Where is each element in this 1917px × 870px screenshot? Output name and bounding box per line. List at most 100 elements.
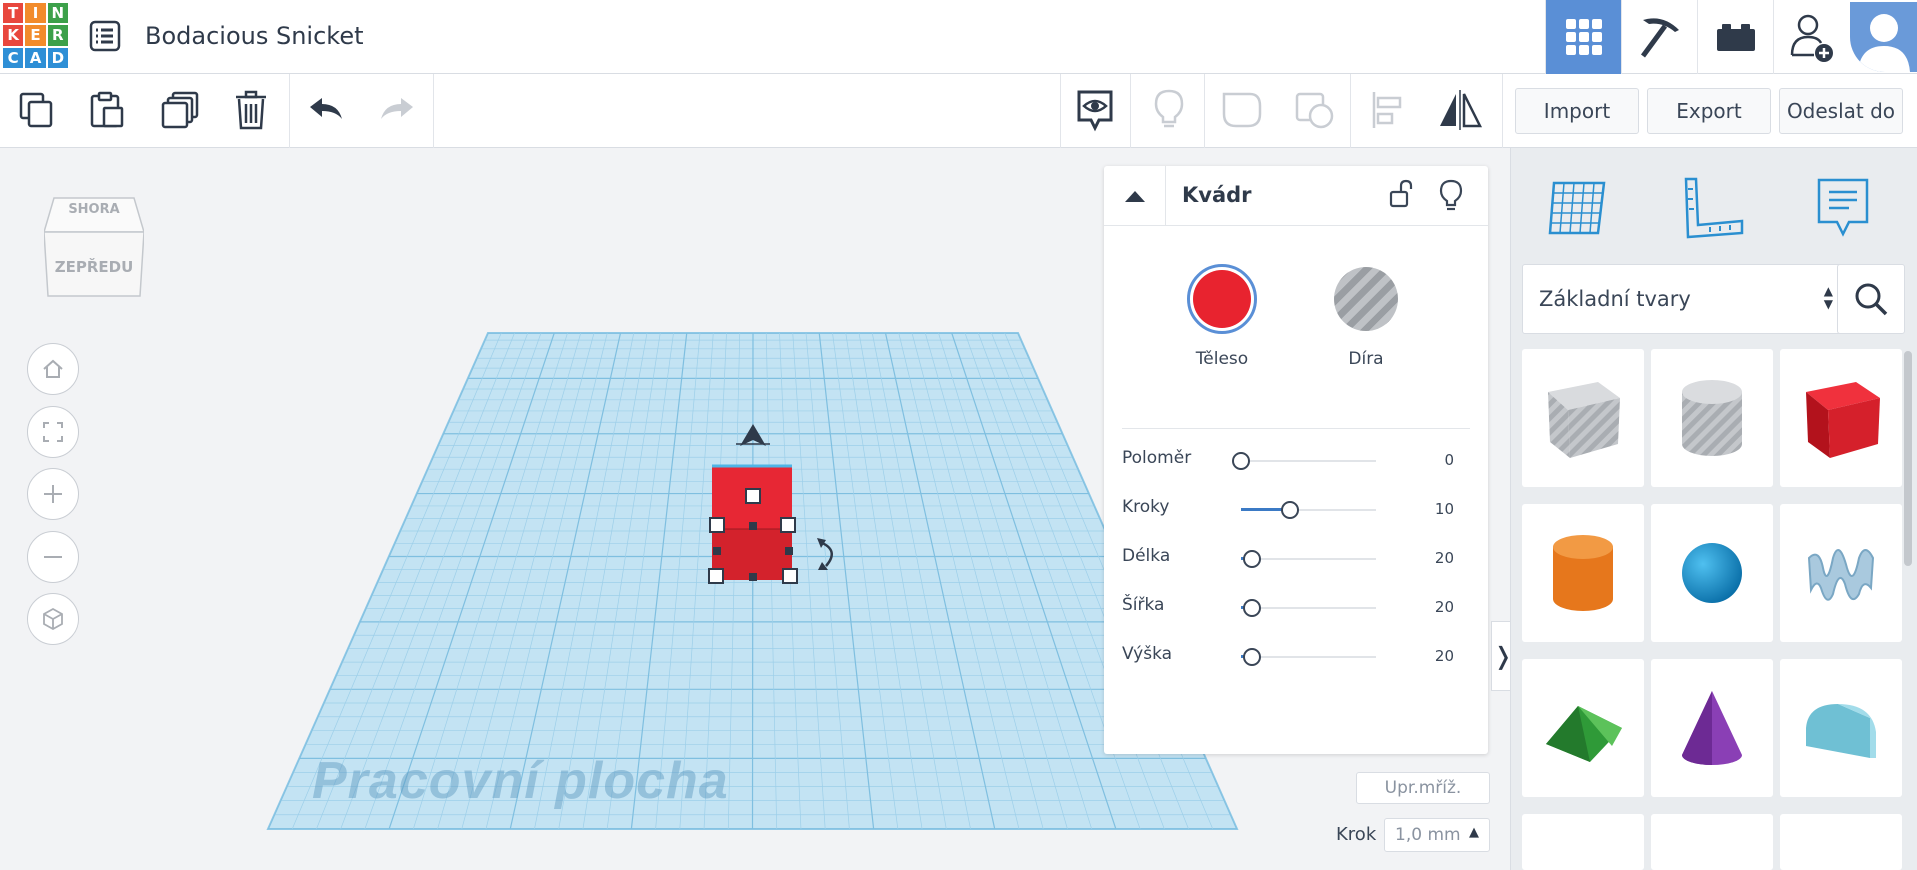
shape-tile[interactable] (1522, 814, 1644, 870)
delete-button[interactable] (226, 86, 276, 134)
copy-button[interactable] (12, 86, 62, 134)
duplicate-button[interactable] (155, 86, 205, 134)
paste-button[interactable] (82, 86, 132, 134)
shape-category-select[interactable]: Základní tvary ▲ ▼ (1522, 264, 1844, 334)
shape-search-button[interactable] (1837, 264, 1905, 334)
ungroup-button[interactable] (1290, 86, 1340, 134)
bricks-view-button[interactable] (1697, 0, 1773, 74)
property-slider[interactable] (1241, 547, 1376, 571)
shape-tile[interactable] (1651, 814, 1773, 870)
workplane-grid-icon (1548, 181, 1606, 235)
user-avatar[interactable] (1850, 2, 1917, 72)
logo-letter: I (25, 3, 46, 24)
solid-color-fill (1193, 270, 1251, 328)
ruler-icon (1684, 177, 1744, 239)
redo-icon (381, 98, 413, 119)
redo-button[interactable] (372, 86, 422, 134)
sort-arrows-icon: ▲ ▼ (1823, 284, 1833, 311)
undo-icon (310, 98, 342, 119)
brick-icon (1716, 24, 1755, 51)
slider-knob[interactable] (1232, 452, 1250, 470)
align-button[interactable] (1363, 86, 1413, 134)
invite-user-button[interactable] (1773, 0, 1850, 74)
inspector-title: Kvádr (1182, 183, 1252, 207)
shape-tile[interactable] (1780, 814, 1902, 870)
logo-letter: C (3, 47, 24, 68)
import-button[interactable]: Import (1515, 88, 1639, 134)
logo-letter: N (47, 3, 68, 24)
logo-letter: R (47, 25, 68, 46)
export-button[interactable]: Export (1647, 88, 1771, 134)
undo-button[interactable] (301, 86, 351, 134)
ungroup-icon (1295, 92, 1334, 129)
slider-track (1241, 558, 1376, 560)
solid-color-swatch[interactable] (1187, 264, 1257, 334)
3d-design-view-button[interactable] (1545, 0, 1621, 74)
caret-up-icon (1124, 191, 1145, 202)
slider-knob[interactable] (1280, 501, 1299, 519)
top-bar: TIN KER CAD Bodacious Snicket (0, 0, 1917, 74)
cylinder-shape[interactable] (1522, 504, 1644, 642)
cone-shape[interactable] (1651, 659, 1773, 797)
tinkercad-logo[interactable]: TIN KER CAD (3, 3, 68, 68)
group-button[interactable] (1217, 86, 1267, 134)
notes-visibility-button[interactable] (1070, 86, 1120, 134)
edit-grid-button[interactable]: Upr.mříž. (1356, 772, 1490, 804)
duplicate-icon (161, 91, 199, 129)
shapes-scrollbar[interactable] (1904, 351, 1912, 566)
scribble-shape[interactable] (1780, 504, 1902, 642)
shapes-panel: Základní tvary ▲ ▼ (1510, 148, 1917, 870)
box-shape[interactable] (1780, 349, 1902, 487)
workplane-tab[interactable] (1539, 168, 1619, 248)
roof-shape[interactable] (1522, 659, 1644, 797)
shape-inspector: Kvádr Těleso Díra Poloměr 0 Kroky 10 Délka 20… (1104, 166, 1488, 754)
logo-letter: T (3, 3, 24, 24)
toolbar-separator (1060, 74, 1061, 148)
minecraft-view-button[interactable] (1621, 0, 1697, 74)
slider-knob[interactable] (1242, 648, 1261, 666)
slider-knob[interactable] (1242, 550, 1261, 568)
slider-track (1241, 607, 1376, 609)
hint-button[interactable] (1144, 86, 1194, 134)
notes-icon (1817, 178, 1869, 237)
toolbar-separator (289, 74, 290, 148)
property-value[interactable]: 20 (1404, 549, 1454, 567)
inspector-hint-button[interactable] (1436, 178, 1466, 212)
lock-button[interactable] (1385, 178, 1415, 212)
inspector-collapse-button[interactable] (1104, 166, 1166, 226)
trash-icon (236, 90, 266, 130)
ruler-tab[interactable] (1673, 168, 1753, 248)
align-icon (1372, 92, 1402, 128)
add-user-icon (1790, 14, 1833, 62)
slider-knob[interactable] (1242, 599, 1261, 617)
workplane-label: Pracovní plocha (312, 752, 729, 810)
copy-icon (19, 92, 53, 128)
box-hole-shape[interactable] (1522, 349, 1644, 487)
toolbar-separator (1350, 74, 1351, 148)
round-roof-shape[interactable] (1780, 659, 1902, 797)
grid-view-icon (1565, 19, 1602, 55)
mirror-button[interactable] (1435, 86, 1485, 134)
property-value[interactable]: 20 (1404, 598, 1454, 616)
property-value[interactable]: 10 (1404, 500, 1454, 518)
hole-swatch[interactable] (1334, 267, 1398, 331)
design-menu-button[interactable] (85, 18, 125, 56)
logo-letter: K (3, 25, 24, 46)
property-slider[interactable] (1232, 449, 1376, 473)
toolbar-separator (1130, 74, 1131, 148)
sphere-shape[interactable] (1651, 504, 1773, 642)
property-slider[interactable] (1241, 645, 1376, 669)
list-icon (89, 20, 121, 52)
property-slider[interactable] (1241, 498, 1376, 522)
property-value[interactable]: 0 (1404, 451, 1454, 469)
send-to-button[interactable]: Odeslat do (1779, 88, 1903, 134)
tinkercad-app: TINKERCAD Bodacious Snicket Import Expor… (0, 0, 1917, 870)
property-value[interactable]: 20 (1404, 647, 1454, 665)
design-title[interactable]: Bodacious Snicket (145, 22, 364, 50)
notes-tab[interactable] (1803, 168, 1883, 248)
property-slider[interactable] (1241, 596, 1376, 620)
snap-step-select[interactable]: 1,0 mm ▲ (1384, 818, 1490, 852)
slider-track (1241, 656, 1376, 658)
cylinder-hole-shape[interactable] (1651, 349, 1773, 487)
logo-letter: D (47, 47, 68, 68)
